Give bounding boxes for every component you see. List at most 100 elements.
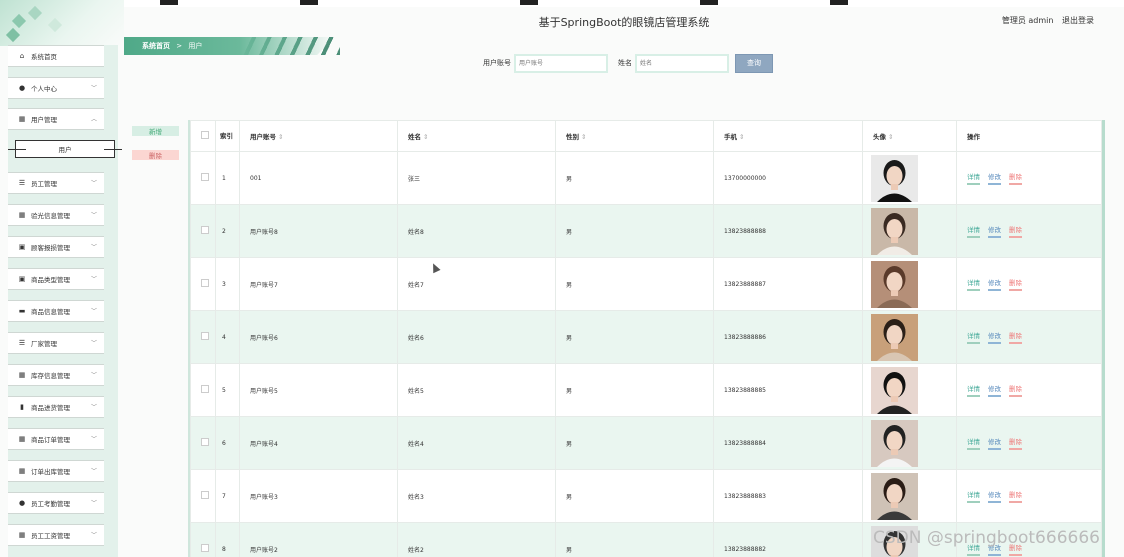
sidebar-item[interactable]: ☰ 厂家管理 ﹀ (8, 332, 104, 354)
row-select-cell[interactable] (190, 204, 216, 258)
user-icon: ● (18, 499, 26, 507)
sidebar-item[interactable]: ▦ 验光信息管理 ﹀ (8, 204, 104, 226)
add-button[interactable]: 新增 (132, 126, 179, 136)
gender-cell: 男 (555, 257, 714, 311)
account-search-input[interactable] (514, 53, 608, 73)
row-checkbox[interactable] (201, 173, 209, 181)
actions-cell: 详情 修改 删除 (956, 469, 1102, 523)
actions-header: 操作 (956, 120, 1102, 152)
sidebar-item[interactable]: ▦ 订单出库管理 ﹀ (8, 460, 104, 482)
edit-link[interactable]: 修改 (988, 277, 1001, 291)
actions-cell: 详情 修改 删除 (956, 257, 1102, 311)
sidebar-item[interactable]: ▦ 商品订单管理 ﹀ (8, 428, 104, 450)
watermark: CSDN @springboot666666 (873, 528, 1100, 548)
name-search-input[interactable] (635, 53, 729, 73)
sidebar-item[interactable]: ▣ 顾客报损管理 ﹀ (8, 236, 104, 258)
row-select-cell[interactable] (190, 310, 216, 364)
sort-icon: ⇕ (739, 133, 745, 141)
gender-cell: 男 (555, 416, 714, 470)
sidebar-item[interactable]: ▮ 商品进货管理 ﹀ (8, 396, 104, 418)
avatar-image (871, 313, 918, 361)
delete-link[interactable]: 删除 (1009, 383, 1022, 397)
row-checkbox[interactable] (201, 226, 209, 234)
edit-link[interactable]: 修改 (988, 171, 1001, 185)
phone-header[interactable]: 手机 ⇕ (713, 120, 863, 152)
sort-icon: ⇕ (581, 133, 587, 141)
delete-link[interactable]: 删除 (1009, 330, 1022, 344)
logout-link[interactable]: 退出登录 (1062, 16, 1094, 25)
select-all-header[interactable] (190, 120, 216, 152)
index-cell: 6 (215, 416, 240, 470)
breadcrumb-current: 用户 (188, 42, 203, 50)
gender-cell: 男 (555, 522, 714, 557)
actions-cell: 详情 修改 删除 (956, 310, 1102, 364)
name-header[interactable]: 姓名 ⇕ (397, 120, 556, 152)
table-row: 3 用户账号7 姓名7 男 13823888887 详情 修改 删除 (190, 257, 1102, 311)
edit-link[interactable]: 修改 (988, 489, 1001, 503)
detail-link[interactable]: 详情 (967, 489, 980, 503)
name-cell: 姓名2 (397, 522, 556, 557)
detail-link[interactable]: 详情 (967, 436, 980, 450)
sidebar-item-label: 员工考勤管理 (31, 500, 70, 508)
detail-link[interactable]: 详情 (967, 224, 980, 238)
submenu-item-user[interactable]: 用户 (8, 140, 122, 158)
delete-link[interactable]: 删除 (1009, 224, 1022, 238)
grid-icon: ▦ (18, 467, 26, 475)
row-select-cell[interactable] (190, 257, 216, 311)
row-select-cell[interactable] (190, 522, 216, 557)
sidebar-item[interactable]: ▦ 用户管理 ︿ (8, 108, 104, 130)
query-button[interactable]: 查询 (735, 53, 773, 73)
gender-header[interactable]: 性别 ⇕ (555, 120, 714, 152)
row-select-cell[interactable] (190, 151, 216, 205)
sidebar-item[interactable]: ● 员工考勤管理 ﹀ (8, 492, 104, 514)
grid-icon: ▦ (18, 435, 26, 443)
row-select-cell[interactable] (190, 363, 216, 417)
grid-icon: ▦ (18, 531, 26, 539)
detail-link[interactable]: 详情 (967, 171, 980, 185)
sidebar-item[interactable]: ▬ 商品信息管理 ﹀ (8, 300, 104, 322)
name-cell: 姓名3 (397, 469, 556, 523)
account-cell: 用户账号2 (239, 522, 398, 557)
row-checkbox[interactable] (201, 491, 209, 499)
delete-link[interactable]: 删除 (1009, 171, 1022, 185)
sidebar-item[interactable]: ● 个人中心 ﹀ (8, 77, 104, 99)
chevron-down-icon: ﹀ (90, 532, 97, 539)
detail-link[interactable]: 详情 (967, 277, 980, 291)
row-checkbox[interactable] (201, 438, 209, 446)
list-icon: ☰ (18, 339, 26, 347)
phone-cell: 13823888888 (713, 204, 863, 258)
select-all-checkbox[interactable] (201, 131, 209, 139)
row-checkbox[interactable] (201, 385, 209, 393)
row-select-cell[interactable] (190, 416, 216, 470)
edit-link[interactable]: 修改 (988, 224, 1001, 238)
chevron-down-icon: ﹀ (90, 212, 97, 219)
avatar-header[interactable]: 头像 ⇕ (862, 120, 957, 152)
account-header[interactable]: 用户账号 ⇕ (239, 120, 398, 152)
sidebar-item-label: 员工工资管理 (31, 532, 70, 540)
sidebar-item[interactable]: ☰ 员工管理 ﹀ (8, 172, 104, 194)
row-checkbox[interactable] (201, 544, 209, 552)
app-root: 基于SpringBoot的眼镜店管理系统 管理员 admin 退出登录 系统首页… (0, 0, 1124, 557)
phone-cell: 13823888887 (713, 257, 863, 311)
breadcrumb-home[interactable]: 系统首页 (142, 42, 170, 50)
detail-link[interactable]: 详情 (967, 383, 980, 397)
detail-link[interactable]: 详情 (967, 330, 980, 344)
sidebar-item[interactable]: ▦ 员工工资管理 ﹀ (8, 524, 104, 546)
edit-link[interactable]: 修改 (988, 383, 1001, 397)
sidebar-item[interactable]: ▣ 商品类型管理 ﹀ (8, 268, 104, 290)
grid-icon: ▦ (18, 115, 26, 123)
row-select-cell[interactable] (190, 469, 216, 523)
sidebar-item[interactable]: ⌂ 系统首页 (8, 45, 104, 67)
row-checkbox[interactable] (201, 332, 209, 340)
edit-link[interactable]: 修改 (988, 436, 1001, 450)
delete-link[interactable]: 删除 (1009, 436, 1022, 450)
delete-link[interactable]: 删除 (1009, 277, 1022, 291)
batch-delete-button[interactable]: 删除 (132, 150, 179, 160)
row-checkbox[interactable] (201, 279, 209, 287)
avatar-image (871, 207, 918, 255)
sidebar-item[interactable]: ▦ 库存信息管理 ﹀ (8, 364, 104, 386)
clipboard-icon: ▣ (18, 275, 26, 283)
index-cell: 4 (215, 310, 240, 364)
delete-link[interactable]: 删除 (1009, 489, 1022, 503)
edit-link[interactable]: 修改 (988, 330, 1001, 344)
